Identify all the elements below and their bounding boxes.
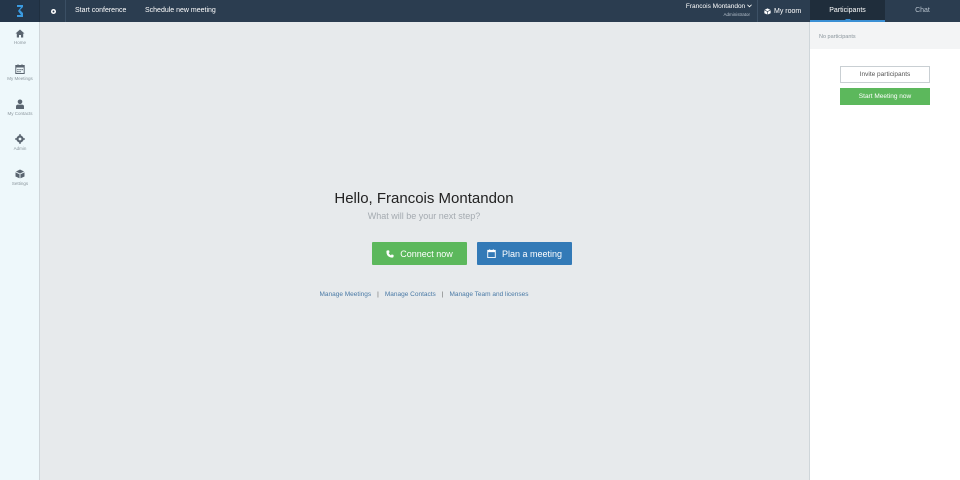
top-bar: Start conference Schedule new meeting Fr… — [0, 0, 960, 22]
connect-now-label: Connect now — [400, 248, 453, 259]
calendar-icon — [15, 64, 25, 74]
schedule-meeting-link[interactable]: Schedule new meeting — [145, 0, 216, 22]
sidebar-item-label: Home — [13, 40, 26, 45]
user-name: Francois Montandon — [685, 3, 746, 10]
sidebar-item-label: My Meetings — [7, 76, 33, 81]
main-content: Hello, Francois Montandon What will be y… — [40, 22, 809, 480]
cube-icon — [764, 7, 771, 15]
participants-empty-text: No participants — [810, 22, 960, 49]
calendar-icon — [487, 249, 496, 258]
tab-chat[interactable]: Chat — [885, 0, 960, 22]
my-room-label: My room — [774, 7, 802, 15]
sidebar-item-label: My Contacts — [7, 111, 33, 116]
manage-team-link[interactable]: Manage Team and licenses — [450, 291, 529, 298]
greeting-title: Hello, Francois Montandon — [334, 190, 514, 207]
link-separator: | — [377, 291, 379, 298]
my-room-button[interactable]: My room — [764, 0, 801, 22]
logo-icon — [16, 5, 23, 17]
invite-participants-button[interactable]: Invite participants — [840, 66, 930, 83]
start-conference-link[interactable]: Start conference — [75, 0, 126, 22]
greeting-subtitle: What will be your next step? — [367, 211, 481, 221]
sidebar-item-label: Admin — [13, 146, 27, 151]
sidebar-item-my-contacts[interactable]: My Contacts — [0, 99, 40, 129]
connect-now-button[interactable]: Connect now — [372, 242, 467, 265]
app-logo[interactable] — [0, 0, 40, 22]
chevron-down-icon — [747, 4, 752, 8]
box-icon — [15, 169, 25, 179]
gear-icon — [50, 8, 56, 14]
gear-icon — [15, 134, 25, 144]
user-menu[interactable]: Francois Montandon Administrator — [660, 2, 752, 18]
user-icon — [16, 99, 24, 109]
user-role: Administrator — [723, 12, 750, 17]
sidebar-item-home[interactable]: Home — [0, 29, 40, 59]
sidebar: Home My Meetings My Contacts Admin Setti… — [0, 22, 40, 480]
participants-panel: No participants Invite participants Star… — [809, 22, 960, 480]
manage-meetings-link[interactable]: Manage Meetings — [319, 291, 371, 298]
plan-meeting-label: Plan a meeting — [501, 248, 563, 259]
divider — [757, 0, 758, 22]
manage-contacts-link[interactable]: Manage Contacts — [385, 291, 436, 298]
manage-links: Manage Meetings | Manage Contacts | Manage T… — [0, 291, 856, 298]
settings-toggle[interactable] — [41, 0, 66, 22]
link-separator: | — [441, 291, 444, 298]
phone-icon — [386, 249, 394, 258]
sidebar-item-my-meetings[interactable]: My Meetings — [0, 64, 40, 94]
sidebar-item-label: Settings — [11, 181, 29, 186]
start-meeting-now-button[interactable]: Start Meeting now — [840, 88, 930, 105]
home-icon — [15, 29, 25, 38]
plan-meeting-button[interactable]: Plan a meeting — [477, 242, 572, 265]
sidebar-item-admin[interactable]: Admin — [0, 134, 40, 164]
